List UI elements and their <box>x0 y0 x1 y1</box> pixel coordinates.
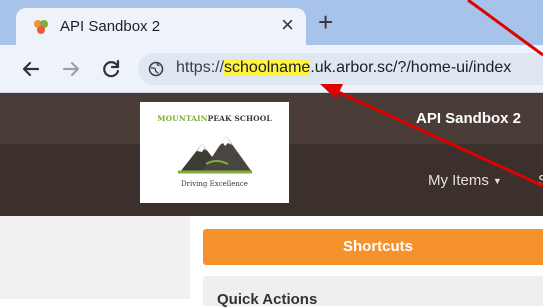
school-name-part1: MOUNTAIN <box>157 114 208 123</box>
back-arrow-icon[interactable] <box>18 56 44 82</box>
browser-tab-bar: API Sandbox 2 × + <box>0 0 543 45</box>
quick-actions-title: Quick Actions <box>217 291 318 308</box>
new-tab-button[interactable]: + <box>318 9 333 35</box>
site-info-icon[interactable] <box>148 61 164 77</box>
url-domain-path: .uk.arbor.sc/?/home-ui/index <box>310 59 512 76</box>
url-highlighted-subdomain: schoolname <box>224 59 311 76</box>
forward-arrow-icon[interactable] <box>58 56 84 82</box>
quick-actions-panel: Quick Actions <box>203 276 543 308</box>
tab-close-button[interactable]: × <box>281 12 294 38</box>
browser-tab[interactable]: API Sandbox 2 × <box>16 8 306 45</box>
browser-toolbar: https://schoolname.uk.arbor.sc/?/home-ui… <box>0 45 543 93</box>
address-bar[interactable]: https://schoolname.uk.arbor.sc/?/home-ui… <box>138 53 543 85</box>
app-title: API Sandbox 2 <box>416 110 522 127</box>
school-tagline: Driving Excellence <box>181 180 248 188</box>
school-name-part2: PEAK SCHOOL <box>207 114 272 123</box>
tab-title: API Sandbox 2 <box>60 18 161 35</box>
side-panel <box>0 216 190 299</box>
nav-item-cut[interactable]: S <box>538 172 543 189</box>
school-logo[interactable]: MOUNTAINPEAK SCHOOL Driving Excellence <box>140 102 289 203</box>
url-text: https://schoolname.uk.arbor.sc/?/home-ui… <box>176 59 511 77</box>
mountain-logo-icon <box>178 136 252 174</box>
reload-icon[interactable] <box>98 56 124 82</box>
school-name: MOUNTAINPEAK SCHOOL <box>140 114 289 123</box>
shortcuts-button[interactable]: Shortcuts <box>203 229 543 265</box>
arbor-favicon-icon <box>34 20 48 34</box>
url-protocol: https:// <box>176 59 225 76</box>
my-items-menu[interactable]: My Items ▼ <box>428 172 502 189</box>
shortcuts-label: Shortcuts <box>342 238 413 255</box>
my-items-label: My Items <box>428 172 489 189</box>
caret-down-icon: ▼ <box>492 176 502 187</box>
